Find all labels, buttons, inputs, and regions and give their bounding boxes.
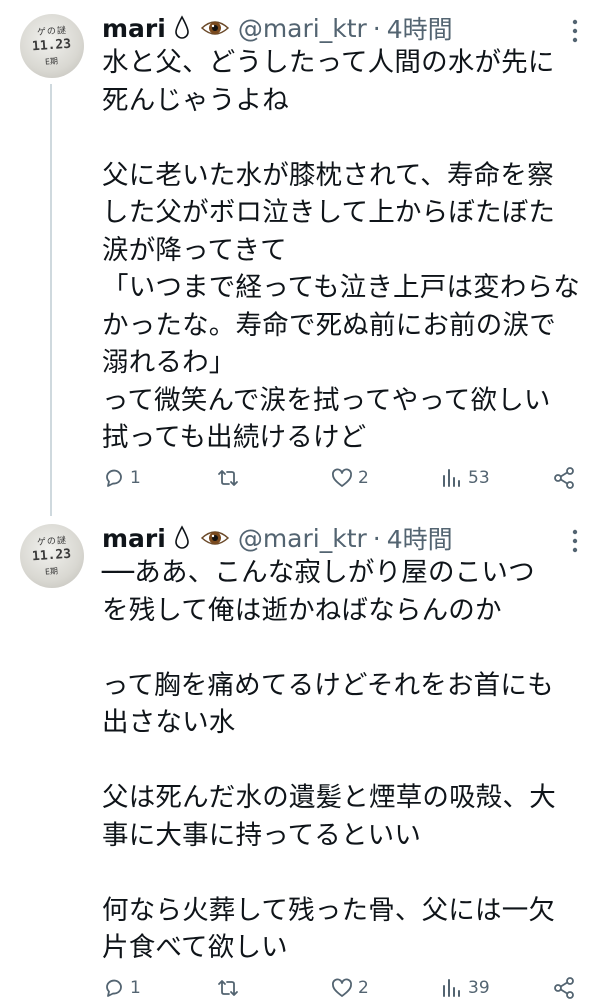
views-count: 39	[468, 978, 490, 998]
tweet-text: ──ああ、こんな寂しがり屋のこいつ を残して俺は逝かねばならんのか って胸を痛め…	[102, 557, 556, 963]
author-name[interactable]: mari	[102, 14, 166, 43]
reply-button[interactable]: 1	[102, 466, 141, 490]
avatar[interactable]: ゲの謎 11.23 E期	[20, 14, 84, 78]
retweet-icon	[218, 470, 238, 486]
like-count: 2	[358, 978, 369, 998]
water-drop-icon	[175, 525, 189, 549]
views-button[interactable]: 39	[440, 976, 490, 1000]
reply-count: 1	[130, 468, 141, 488]
eye-icon	[200, 531, 229, 545]
tweet-actions: 1 2 53	[102, 466, 580, 496]
author-handle[interactable]: @mari_ktr	[238, 14, 367, 43]
retweet-button[interactable]	[216, 976, 244, 1000]
eye-icon	[200, 21, 229, 35]
share-button[interactable]	[552, 976, 580, 1000]
like-button[interactable]: 2	[330, 976, 369, 1000]
retweet-button[interactable]	[216, 466, 244, 490]
like-button[interactable]: 2	[330, 466, 369, 490]
timestamp[interactable]: 4時間	[387, 10, 453, 46]
tweet-text: 水と父、どうしたって人間の水が先に 死んじゃうよね 父に老いた水が膝枕されて、寿…	[102, 47, 580, 453]
author-name[interactable]: mari	[102, 524, 166, 553]
views-chart-icon	[443, 469, 460, 487]
author-handle[interactable]: @mari_ktr	[238, 524, 367, 553]
avatar-stamp: ゲの謎 11.23 E期	[31, 535, 72, 577]
heart-icon	[332, 978, 352, 997]
retweet-icon	[218, 980, 238, 996]
views-button[interactable]: 53	[440, 466, 490, 490]
tweet-actions: 1 2 39	[102, 976, 580, 1006]
share-icon	[554, 467, 574, 489]
like-count: 2	[358, 468, 369, 488]
reply-icon	[106, 979, 122, 997]
tweet[interactable]: ゲの謎 11.23 E期 mari @mari_ktr · 4時間 ──ああ、こ…	[0, 510, 600, 1000]
more-options-icon[interactable]	[572, 18, 578, 44]
avatar[interactable]: ゲの謎 11.23 E期	[20, 524, 84, 588]
share-icon	[554, 977, 574, 999]
tweet[interactable]: ゲの謎 11.23 E期 mari @mari_ktr · 4時間 水と父、どう…	[0, 0, 600, 510]
tweet-header: mari @mari_ktr · 4時間	[102, 10, 453, 46]
avatar-stamp: ゲの謎 11.23 E期	[31, 25, 72, 67]
share-button[interactable]	[552, 466, 580, 490]
heart-icon	[332, 468, 352, 487]
separator-dot: ·	[372, 523, 381, 553]
more-options-icon[interactable]	[572, 528, 578, 554]
timestamp[interactable]: 4時間	[387, 520, 453, 556]
reply-button[interactable]: 1	[102, 976, 141, 1000]
separator-dot: ·	[372, 13, 381, 43]
reply-icon	[106, 469, 122, 487]
reply-count: 1	[130, 978, 141, 998]
views-chart-icon	[443, 979, 460, 997]
water-drop-icon	[175, 15, 189, 39]
views-count: 53	[468, 468, 490, 488]
tweet-header: mari @mari_ktr · 4時間	[102, 520, 453, 556]
